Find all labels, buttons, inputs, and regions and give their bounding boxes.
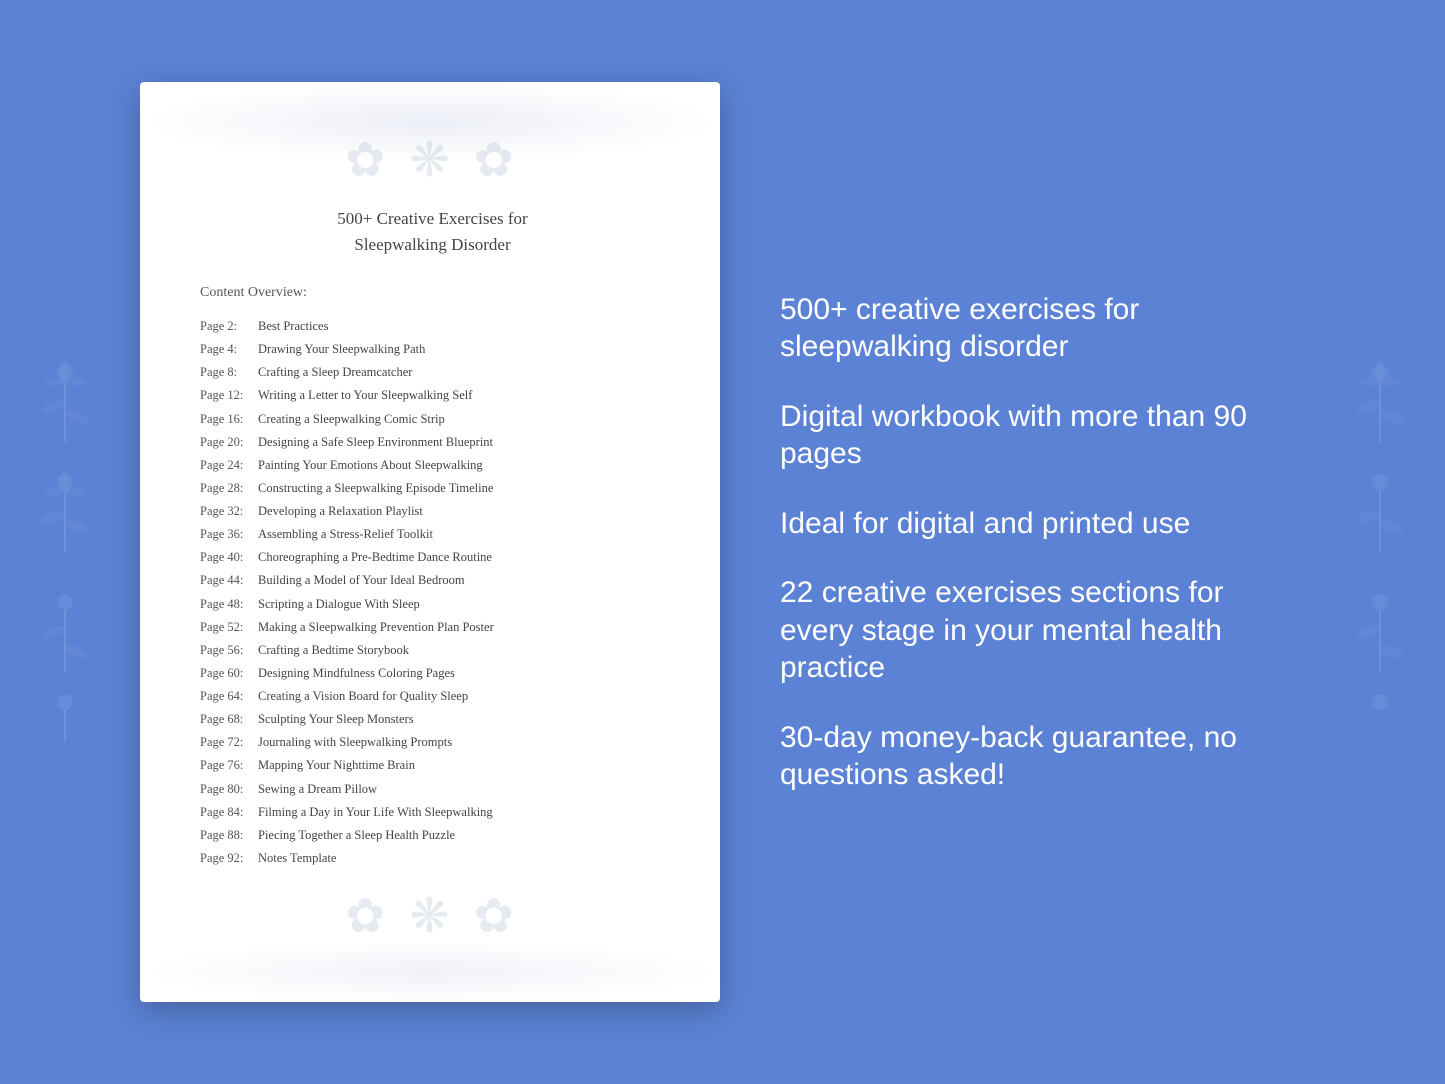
toc-item: Page 48:Scripting a Dialogue With Sleep [200, 593, 665, 616]
content-overview-label: Content Overview: [200, 285, 665, 301]
toc-item: Page 76:Mapping Your Nighttime Brain [200, 754, 665, 777]
floral-border-right [1315, 0, 1445, 1084]
toc-item: Page 36:Assembling a Stress-Relief Toolk… [200, 523, 665, 546]
marketing-panel: 500+ creative exercises for sleepwalking… [780, 251, 1305, 834]
toc-item: Page 12:Writing a Letter to Your Sleepwa… [200, 384, 665, 407]
document-panel: ✿ ❋ ✿ 500+ Creative Exercises for Sleepw… [140, 82, 720, 1002]
toc-item: Page 80:Sewing a Dream Pillow [200, 778, 665, 801]
toc-item: Page 68:Sculpting Your Sleep Monsters [200, 708, 665, 731]
floral-border-left [0, 0, 130, 1084]
document-title: 500+ Creative Exercises for Sleepwalking… [200, 206, 665, 257]
toc-item: Page 60:Designing Mindfulness Coloring P… [200, 662, 665, 685]
toc-item: Page 92:Notes Template [200, 847, 665, 870]
toc-item: Page 28:Constructing a Sleepwalking Epis… [200, 477, 665, 500]
toc-item: Page 40:Choreographing a Pre-Bedtime Dan… [200, 546, 665, 569]
toc-item: Page 88:Piecing Together a Sleep Health … [200, 824, 665, 847]
marketing-point-4: 22 creative exercises sections for every… [780, 574, 1305, 687]
toc-item: Page 72:Journaling with Sleepwalking Pro… [200, 731, 665, 754]
marketing-point-3: Ideal for digital and printed use [780, 505, 1305, 543]
toc-item: Page 64:Creating a Vision Board for Qual… [200, 685, 665, 708]
toc-item: Page 24:Painting Your Emotions About Sle… [200, 454, 665, 477]
main-content: ✿ ❋ ✿ 500+ Creative Exercises for Sleepw… [0, 0, 1445, 1084]
toc-item: Page 32:Developing a Relaxation Playlist [200, 500, 665, 523]
toc-item: Page 44:Building a Model of Your Ideal B… [200, 569, 665, 592]
toc-item: Page 20:Designing a Safe Sleep Environme… [200, 431, 665, 454]
toc-item: Page 8:Crafting a Sleep Dreamcatcher [200, 361, 665, 384]
toc-item: Page 84:Filming a Day in Your Life With … [200, 801, 665, 824]
marketing-point-2: Digital workbook with more than 90 pages [780, 398, 1305, 473]
marketing-point-1: 500+ creative exercises for sleepwalking… [780, 291, 1305, 366]
toc-item: Page 16:Creating a Sleepwalking Comic St… [200, 408, 665, 431]
table-of-contents: Page 2:Best PracticesPage 4:Drawing Your… [200, 315, 665, 870]
mandala-decoration-bottom: ✿ ❋ ✿ [200, 888, 665, 944]
marketing-point-5: 30-day money-back guarantee, no question… [780, 719, 1305, 794]
toc-item: Page 56:Crafting a Bedtime Storybook [200, 639, 665, 662]
mandala-decoration-top: ✿ ❋ ✿ [200, 132, 665, 188]
toc-item: Page 52:Making a Sleepwalking Prevention… [200, 616, 665, 639]
toc-item: Page 2:Best Practices [200, 315, 665, 338]
toc-item: Page 4:Drawing Your Sleepwalking Path [200, 338, 665, 361]
